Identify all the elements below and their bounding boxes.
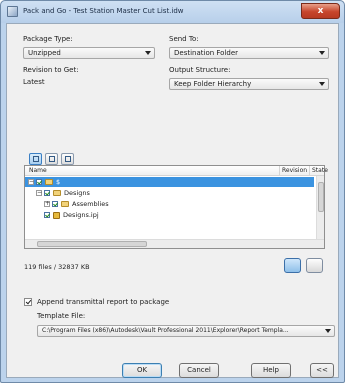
details-view-button[interactable]: [61, 153, 74, 165]
details-view-icon: [65, 156, 71, 162]
collapse-icon[interactable]: −: [36, 190, 42, 196]
append-transmittal-label[interactable]: Append transmittal report to package: [37, 298, 169, 306]
project-file-icon: [53, 212, 60, 219]
list-header: Name Revision State: [25, 166, 328, 176]
revision-value: Latest: [23, 78, 45, 86]
folder-icon: [53, 190, 61, 196]
tree-view-button[interactable]: [29, 153, 42, 165]
window-title: Pack and Go - Test Station Master Cut Li…: [23, 7, 184, 15]
ok-button[interactable]: OK: [122, 363, 162, 378]
send-to-value: Destination Folder: [174, 49, 239, 57]
template-file-value: C:\Program Files (x86)\Autodesk\Vault Pr…: [42, 327, 289, 334]
expand-icon[interactable]: +: [44, 201, 50, 207]
column-divider: [309, 166, 310, 176]
row-name: Designs: [64, 189, 90, 197]
package-type-label: Package Type:: [23, 35, 73, 43]
app-icon: [7, 6, 18, 17]
close-button[interactable]: x: [301, 3, 340, 19]
horizontal-scrollbar[interactable]: [25, 239, 324, 248]
send-to-label: Send To:: [169, 35, 199, 43]
row-name: Assemblies: [72, 200, 109, 208]
pack-and-go-dialog: Pack and Go - Test Station Master Cut Li…: [0, 0, 345, 383]
tree-view-icon: [33, 156, 39, 162]
template-file-dropdown[interactable]: C:\Program Files (x86)\Autodesk\Vault Pr…: [37, 325, 335, 337]
folder-icon: [61, 201, 69, 207]
chevron-down-icon: [319, 51, 325, 55]
file-count-summary: 119 files / 32837 KB: [24, 263, 90, 271]
row-checkbox[interactable]: [44, 212, 50, 218]
column-state[interactable]: State: [312, 167, 328, 174]
scroll-thumb[interactable]: [37, 241, 147, 247]
output-structure-dropdown[interactable]: Keep Folder Hierarchy: [169, 78, 329, 90]
chevron-down-icon: [319, 82, 325, 86]
column-name[interactable]: Name: [29, 167, 47, 174]
output-structure-label: Output Structure:: [169, 66, 231, 74]
tree-row-root[interactable]: − $: [25, 177, 314, 187]
collapse-details-button[interactable]: <<: [310, 363, 334, 378]
tree-row-assemblies[interactable]: + Assemblies: [25, 199, 314, 209]
chevron-down-icon: [325, 329, 331, 333]
vertical-scrollbar[interactable]: [316, 176, 324, 239]
refresh-button[interactable]: [284, 258, 301, 273]
append-transmittal-checkbox[interactable]: [24, 298, 32, 306]
scroll-thumb[interactable]: [318, 182, 324, 212]
output-structure-value: Keep Folder Hierarchy: [174, 80, 252, 88]
collapse-icon[interactable]: −: [28, 179, 34, 185]
template-file-label: Template File:: [37, 312, 86, 320]
revision-label: Revision to Get:: [23, 66, 79, 74]
row-checkbox[interactable]: [44, 190, 50, 196]
tree-row-designs[interactable]: − Designs: [25, 188, 314, 198]
list-view-icon: [49, 156, 55, 162]
folder-icon: [45, 179, 53, 185]
cancel-button[interactable]: Cancel: [179, 363, 219, 378]
package-type-dropdown[interactable]: Unzipped: [23, 47, 155, 59]
row-checkbox[interactable]: [36, 179, 42, 185]
package-type-value: Unzipped: [28, 49, 61, 57]
options-button[interactable]: [306, 258, 323, 273]
row-name: $: [56, 178, 61, 186]
row-checkbox[interactable]: [52, 201, 58, 207]
tree-row-designs-ipj[interactable]: Designs.ipj: [25, 210, 314, 220]
title-bar[interactable]: Pack and Go - Test Station Master Cut Li…: [1, 1, 344, 23]
file-tree-list[interactable]: Name Revision State − $ − Designs + Asse…: [24, 165, 328, 249]
column-divider: [279, 166, 280, 176]
chevron-down-icon: [145, 51, 151, 55]
list-view-button[interactable]: [45, 153, 58, 165]
help-button[interactable]: Help: [251, 363, 291, 378]
row-name: Designs.ipj: [63, 211, 99, 219]
send-to-dropdown[interactable]: Destination Folder: [169, 47, 329, 59]
column-revision[interactable]: Revision: [282, 167, 307, 174]
